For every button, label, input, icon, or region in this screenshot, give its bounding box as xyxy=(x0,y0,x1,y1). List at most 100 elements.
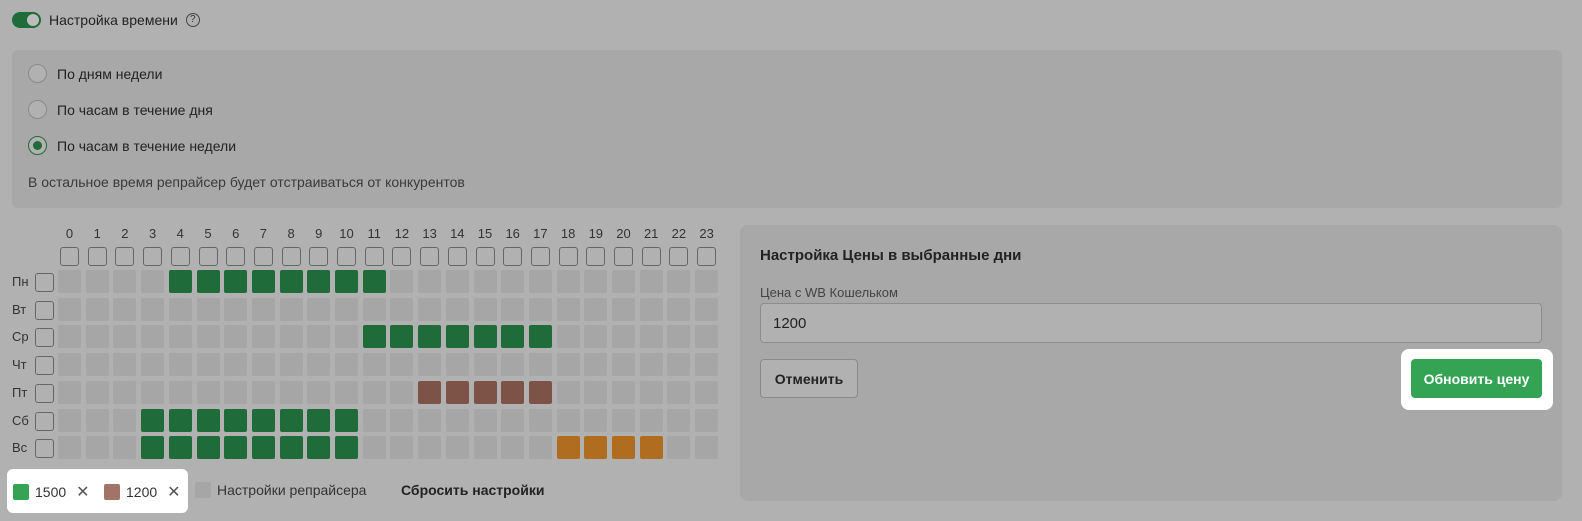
radio-by-day-hours[interactable] xyxy=(28,100,47,119)
schedule-cell[interactable] xyxy=(196,353,220,377)
schedule-cell[interactable] xyxy=(168,408,192,432)
schedule-cell[interactable] xyxy=(584,380,608,404)
schedule-cell[interactable] xyxy=(390,408,414,432)
hour-column-checkbox[interactable] xyxy=(115,247,135,266)
schedule-cell[interactable] xyxy=(612,380,635,404)
price-input[interactable] xyxy=(760,303,1542,343)
schedule-cell[interactable] xyxy=(307,270,331,293)
schedule-cell[interactable] xyxy=(224,297,248,321)
schedule-cell[interactable] xyxy=(113,436,137,460)
schedule-cell[interactable] xyxy=(335,436,358,460)
legend-chip-1200[interactable]: 1200 ✕ xyxy=(104,482,181,502)
schedule-cell[interactable] xyxy=(418,297,442,321)
schedule-cell[interactable] xyxy=(473,408,497,432)
schedule-cell[interactable] xyxy=(390,297,414,321)
schedule-cell[interactable] xyxy=(528,436,552,460)
schedule-cell[interactable] xyxy=(473,325,497,349)
mode-option-by-weekdays[interactable]: По дням недели xyxy=(28,64,162,83)
schedule-cell[interactable] xyxy=(445,270,469,293)
schedule-cell[interactable] xyxy=(501,325,525,349)
schedule-cell[interactable] xyxy=(528,297,552,321)
schedule-cell[interactable] xyxy=(612,270,635,293)
radio-by-weekdays[interactable] xyxy=(28,64,47,83)
schedule-cell[interactable] xyxy=(418,436,442,460)
schedule-cell[interactable] xyxy=(251,380,275,404)
schedule-cell[interactable] xyxy=(279,325,303,349)
hour-column-checkbox[interactable] xyxy=(143,247,163,266)
schedule-cell[interactable] xyxy=(224,325,248,349)
schedule-cell[interactable] xyxy=(418,408,442,432)
schedule-cell[interactable] xyxy=(335,297,358,321)
schedule-cell[interactable] xyxy=(445,297,469,321)
schedule-cell[interactable] xyxy=(362,408,386,432)
schedule-cell[interactable] xyxy=(141,297,165,321)
schedule-cell[interactable] xyxy=(639,297,663,321)
schedule-cell[interactable] xyxy=(85,325,109,349)
schedule-cell[interactable] xyxy=(224,436,248,460)
schedule-cell[interactable] xyxy=(362,325,386,349)
hour-column-checkbox[interactable] xyxy=(60,247,79,266)
schedule-cell[interactable] xyxy=(196,297,220,321)
schedule-cell[interactable] xyxy=(362,380,386,404)
schedule-cell[interactable] xyxy=(501,408,525,432)
schedule-cell[interactable] xyxy=(528,380,552,404)
hour-column-checkbox[interactable] xyxy=(198,247,218,266)
schedule-cell[interactable] xyxy=(307,408,331,432)
schedule-cell[interactable] xyxy=(362,353,386,377)
schedule-cell[interactable] xyxy=(695,270,719,293)
schedule-cell[interactable] xyxy=(251,297,275,321)
schedule-cell[interactable] xyxy=(279,436,303,460)
schedule-cell[interactable] xyxy=(58,297,81,321)
schedule-cell[interactable] xyxy=(85,408,109,432)
schedule-cell[interactable] xyxy=(85,380,109,404)
schedule-cell[interactable] xyxy=(224,353,248,377)
schedule-cell[interactable] xyxy=(584,436,608,460)
cancel-button[interactable]: Отменить xyxy=(760,359,858,398)
schedule-cell[interactable] xyxy=(473,380,497,404)
reset-settings-button[interactable]: Сбросить настройки xyxy=(401,482,544,498)
schedule-cell[interactable] xyxy=(58,380,81,404)
schedule-cell[interactable] xyxy=(418,353,442,377)
day-row-checkbox[interactable] xyxy=(35,411,54,431)
schedule-cell[interactable] xyxy=(251,270,275,293)
schedule-cell[interactable] xyxy=(58,325,81,349)
schedule-cell[interactable] xyxy=(224,270,248,293)
schedule-cell[interactable] xyxy=(362,270,386,293)
schedule-cell[interactable] xyxy=(584,270,608,293)
remove-icon[interactable]: ✕ xyxy=(167,482,180,502)
schedule-cell[interactable] xyxy=(501,353,525,377)
hour-column-checkbox[interactable] xyxy=(281,247,301,266)
schedule-cell[interactable] xyxy=(113,325,137,349)
schedule-cell[interactable] xyxy=(362,436,386,460)
schedule-cell[interactable] xyxy=(141,380,165,404)
schedule-cell[interactable] xyxy=(501,270,525,293)
schedule-cell[interactable] xyxy=(556,297,580,321)
schedule-cell[interactable] xyxy=(224,408,248,432)
schedule-cell[interactable] xyxy=(639,380,663,404)
schedule-cell[interactable] xyxy=(335,380,358,404)
schedule-cell[interactable] xyxy=(473,297,497,321)
hour-column-checkbox[interactable] xyxy=(669,247,689,266)
schedule-cell[interactable] xyxy=(612,325,635,349)
schedule-cell[interactable] xyxy=(639,353,663,377)
schedule-cell[interactable] xyxy=(584,353,608,377)
schedule-cell[interactable] xyxy=(445,408,469,432)
schedule-cell[interactable] xyxy=(279,297,303,321)
schedule-cell[interactable] xyxy=(390,380,414,404)
schedule-cell[interactable] xyxy=(279,353,303,377)
schedule-cell[interactable] xyxy=(113,270,137,293)
schedule-cell[interactable] xyxy=(667,436,691,460)
schedule-cell[interactable] xyxy=(390,325,414,349)
schedule-cell[interactable] xyxy=(390,270,414,293)
schedule-cell[interactable] xyxy=(113,408,137,432)
schedule-cell[interactable] xyxy=(584,408,608,432)
hour-column-checkbox[interactable] xyxy=(447,247,467,266)
schedule-cell[interactable] xyxy=(196,408,220,432)
schedule-cell[interactable] xyxy=(251,325,275,349)
schedule-cell[interactable] xyxy=(390,353,414,377)
schedule-cell[interactable] xyxy=(141,325,165,349)
schedule-cell[interactable] xyxy=(279,270,303,293)
schedule-cell[interactable] xyxy=(695,325,719,349)
schedule-cell[interactable] xyxy=(335,325,358,349)
schedule-cell[interactable] xyxy=(141,353,165,377)
